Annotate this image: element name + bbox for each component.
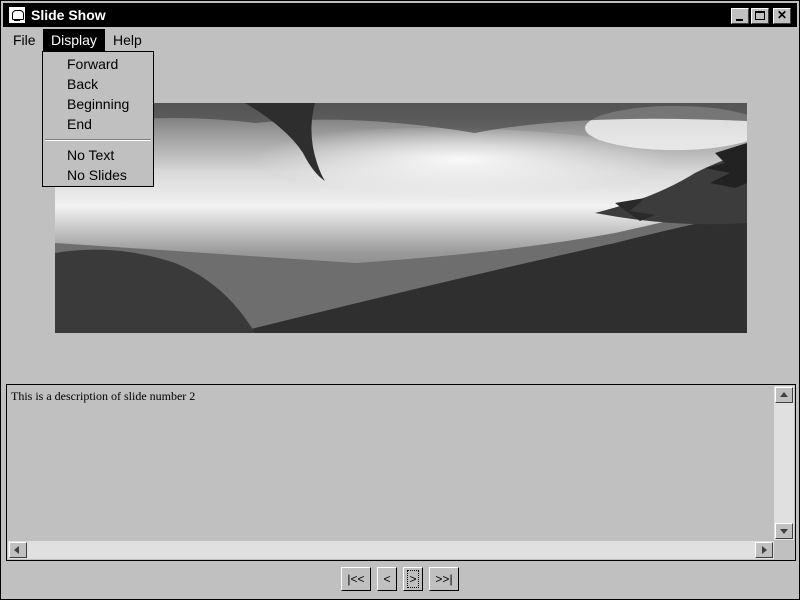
slide-description-text: This is a description of slide number 2 (11, 389, 196, 403)
next-slide-label: > (407, 570, 419, 588)
last-slide-label: >>| (435, 572, 453, 586)
arrow-up-icon (780, 392, 788, 397)
menu-bar: File Display Help (3, 29, 797, 51)
vertical-scrollbar[interactable] (774, 386, 794, 540)
menu-file[interactable]: File (5, 29, 44, 51)
navigation-bar: |<< < > >>| (1, 567, 799, 593)
slide-image (55, 103, 747, 333)
menu-item-forward[interactable]: Forward (43, 54, 153, 74)
display-menu-dropdown: Forward Back Beginning End No Text No Sl… (42, 51, 154, 187)
arrow-left-icon (14, 546, 19, 554)
next-slide-button[interactable]: > (403, 567, 423, 591)
menu-item-end[interactable]: End (43, 114, 153, 134)
scroll-down-button[interactable] (775, 523, 793, 539)
minimize-button[interactable] (731, 8, 749, 24)
last-slide-button[interactable]: >>| (429, 567, 459, 591)
scrollbar-corner (774, 541, 794, 559)
menu-help[interactable]: Help (105, 29, 150, 51)
previous-slide-label: < (383, 572, 391, 586)
app-icon[interactable] (8, 6, 26, 24)
arrow-right-icon (762, 546, 767, 554)
first-slide-label: |<< (347, 572, 365, 586)
horizontal-scrollbar[interactable] (8, 541, 774, 559)
scroll-right-button[interactable] (755, 542, 773, 558)
minimize-icon (736, 19, 743, 21)
scroll-left-button[interactable] (9, 542, 27, 558)
scroll-up-button[interactable] (775, 387, 793, 403)
menu-item-beginning[interactable]: Beginning (43, 94, 153, 114)
close-button[interactable]: ✕ (773, 8, 791, 24)
slide-description-area[interactable]: This is a description of slide number 2 (6, 384, 796, 561)
window-title: Slide Show (31, 7, 106, 23)
menu-display[interactable]: Display (43, 29, 105, 51)
menu-separator (45, 139, 151, 141)
menu-item-back[interactable]: Back (43, 74, 153, 94)
menu-item-no-slides[interactable]: No Slides (43, 165, 153, 185)
maximize-icon (755, 11, 765, 20)
first-slide-button[interactable]: |<< (341, 567, 371, 591)
title-bar[interactable]: Slide Show ✕ (3, 3, 797, 27)
maximize-button[interactable] (751, 8, 769, 24)
arrow-down-icon (780, 529, 788, 534)
previous-slide-button[interactable]: < (377, 567, 397, 591)
slide-show-window: Slide Show ✕ File Display Help Forward B… (0, 0, 800, 600)
close-icon: ✕ (776, 8, 788, 22)
menu-item-no-text[interactable]: No Text (43, 145, 153, 165)
tornado-landscape-image (55, 103, 747, 333)
